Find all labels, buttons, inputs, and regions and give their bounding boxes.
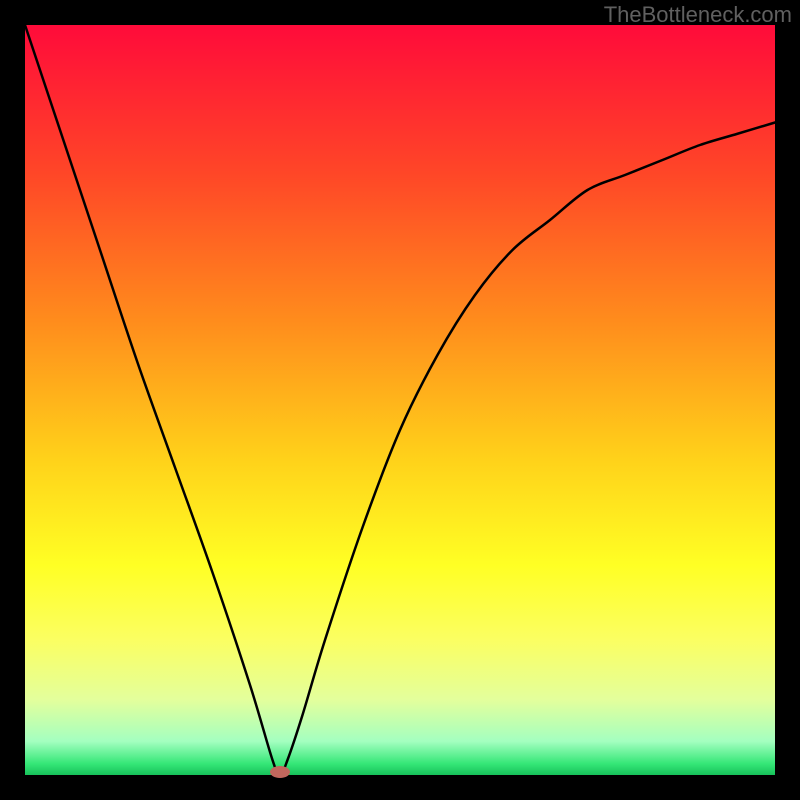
- bottleneck-chart: [0, 0, 800, 800]
- attribution-text: TheBottleneck.com: [604, 2, 792, 28]
- chart-frame: TheBottleneck.com: [0, 0, 800, 800]
- minimum-marker: [270, 766, 290, 778]
- plot-background: [25, 25, 775, 775]
